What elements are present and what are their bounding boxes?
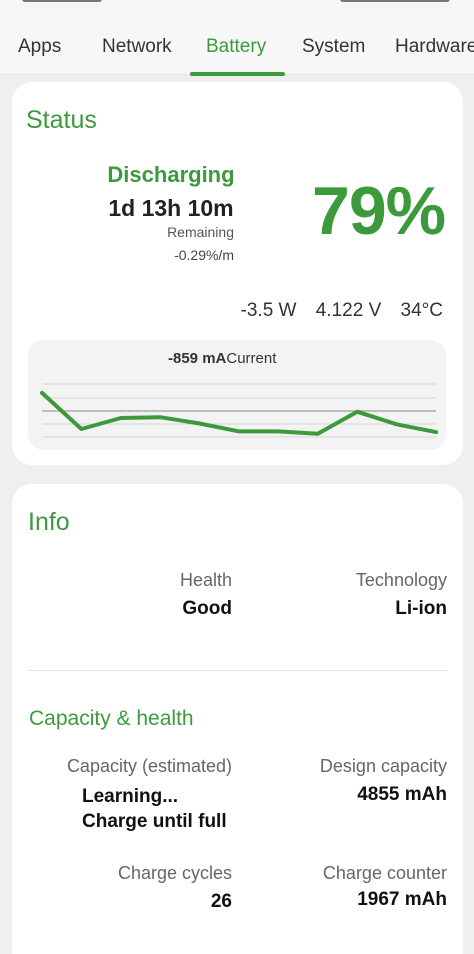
power-value: -3.5 W [240,300,297,321]
section-divider [28,670,448,671]
status-icons-right [340,0,450,2]
tab-bar: Apps Network Battery System Hardware [0,10,474,76]
temperature-value: 34°C [400,300,443,321]
tab-system[interactable]: System [302,36,365,58]
capacity-title: Capacity & health [29,707,194,730]
tab-network[interactable]: Network [102,36,172,58]
tab-hardware[interactable]: Hardware [395,36,474,58]
tab-battery[interactable]: Battery [206,36,266,58]
capacity-estimated-label: Capacity (estimated) [66,756,232,776]
remaining-label: Remaining [167,224,234,240]
technology-value: Li-ion [395,598,447,619]
charge-counter-label: Charge counter [322,863,447,883]
active-tab-indicator [190,72,285,76]
status-icons-left [22,0,102,2]
current-series-line [40,390,438,436]
charge-cycles-label: Charge cycles [117,863,232,883]
capacity-estimated-line2: Charge until full [82,811,227,832]
current-graph: -859 mACurrent [28,340,446,450]
capacity-estimated-line1: Learning... [82,786,179,807]
charge-counter-value: 1967 mAh [357,889,447,910]
tab-apps[interactable]: Apps [18,36,61,58]
info-card: Info Health Good Technology Li-ion Capac… [12,484,463,954]
battery-metrics: -3.5 W 4.122 V 34°C [227,300,443,322]
charge-state: Discharging [107,162,235,187]
health-value: Good [182,598,232,619]
battery-percent: 79% [312,173,446,249]
design-capacity-value: 4855 mAh [357,784,447,805]
discharge-rate: -0.29%/m [174,247,234,263]
status-title: Status [26,106,97,134]
health-label: Health [179,570,232,590]
info-title: Info [28,508,70,536]
system-status-bar [0,0,474,10]
technology-label: Technology [355,570,447,590]
voltage-value: 4.122 V [315,300,382,321]
design-capacity-label: Design capacity [319,756,447,776]
charge-cycles-value: 26 [210,891,232,912]
status-card: Status Discharging 1d 13h 10m Remaining … [12,82,463,465]
remaining-time: 1d 13h 10m [108,195,234,221]
current-chart [40,383,438,438]
